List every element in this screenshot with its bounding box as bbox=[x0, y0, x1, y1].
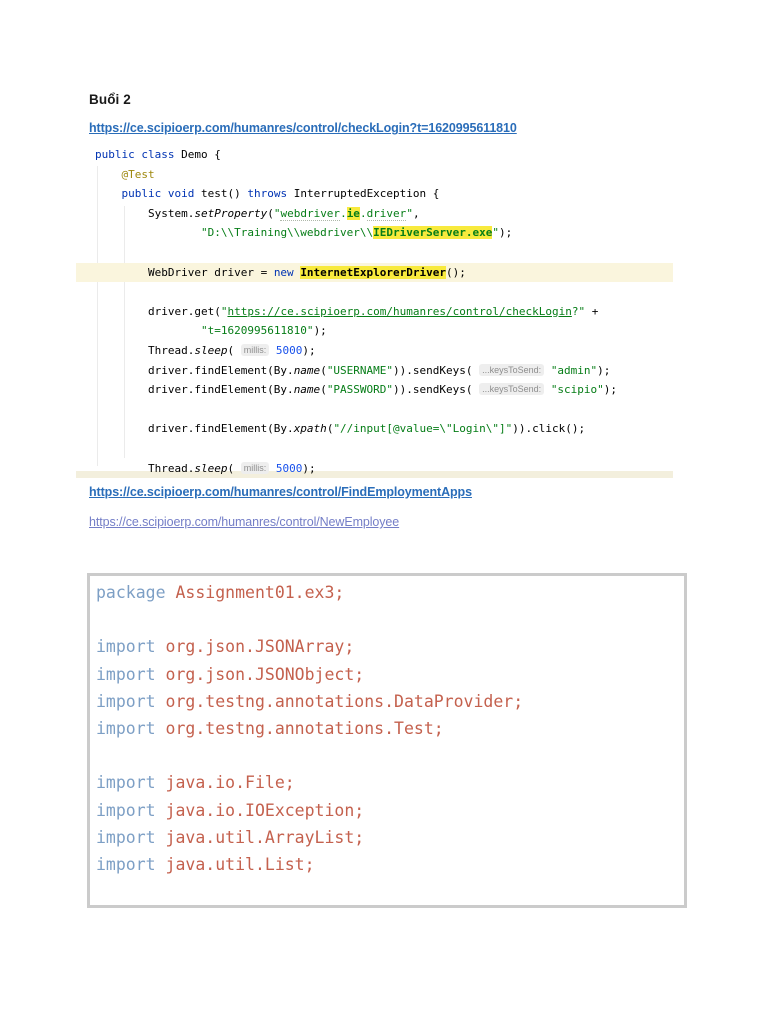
code-line: @Test bbox=[121, 167, 155, 181]
code-line: driver.findElement(By.xpath("//input[@va… bbox=[95, 422, 586, 436]
java-imports-code-box: package Assignment01.ex3; import org.json… bbox=[87, 573, 687, 908]
page-title: Buổi 2 bbox=[89, 92, 131, 107]
code-line: import org.testng.annotations.DataProvid… bbox=[96, 691, 524, 711]
code-line: import java.io.File; bbox=[96, 773, 295, 793]
code-line: System.setProperty("webdriver.ie.driver"… bbox=[95, 206, 420, 221]
newemployee-hyperlink[interactable]: https://ce.scipioerp.com/humanres/contro… bbox=[89, 515, 399, 529]
code-line: import java.util.ArrayList; bbox=[96, 827, 365, 847]
code-line: public void test() throws InterruptedExc… bbox=[121, 187, 440, 201]
code-line: import org.json.JSONArray; bbox=[96, 637, 355, 657]
findemploymentapps-hyperlink[interactable]: https://ce.scipioerp.com/humanres/contro… bbox=[89, 485, 472, 499]
code-line: Thread.sleep( millis: 5000); bbox=[95, 343, 316, 357]
code-line: driver.get("https://ce.scipioerp.com/hum… bbox=[95, 304, 599, 318]
code-line: import org.json.JSONObject; bbox=[96, 664, 365, 684]
checklogin-hyperlink[interactable]: https://ce.scipioerp.com/humanres/contro… bbox=[89, 121, 517, 135]
code-line: WebDriver driver = new InternetExplorerD… bbox=[76, 262, 673, 283]
code-line: import org.testng.annotations.Test; bbox=[96, 718, 444, 738]
code-line: package Assignment01.ex3; bbox=[96, 583, 345, 602]
code-line: import java.io.IOException; bbox=[96, 800, 365, 820]
document-page: { "page": { "title": "Buổi 2", "links": … bbox=[0, 0, 768, 1024]
code-line: import java.util.List; bbox=[96, 854, 315, 874]
code-line: Thread.sleep( millis: 5000); bbox=[95, 461, 316, 475]
code-line: "t=1620995611810"); bbox=[200, 324, 327, 338]
code-line: driver.findElement(By.name("USERNAME")).… bbox=[95, 363, 611, 377]
code-line: "D:\\Training\\webdriver\\IEDriverServer… bbox=[200, 226, 513, 240]
ide-code-screenshot: public class Demo { @Test public void te… bbox=[76, 145, 673, 478]
code-line: public class Demo { bbox=[95, 148, 221, 161]
code-line: driver.findElement(By.name("PASSWORD")).… bbox=[95, 383, 618, 397]
